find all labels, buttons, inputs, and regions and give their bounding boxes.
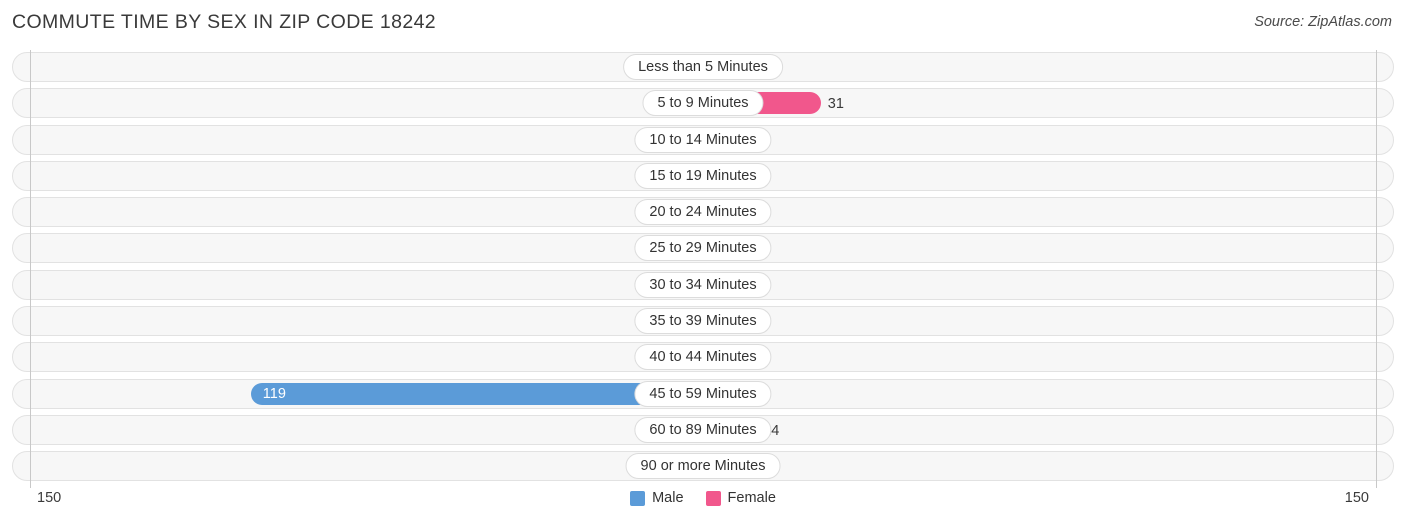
source-attribution: Source: ZipAtlas.com bbox=[1254, 14, 1392, 30]
bar-layer: 01460 to 89 Minutes bbox=[0, 413, 1406, 449]
category-label: 15 to 19 Minutes bbox=[634, 162, 772, 189]
bar-layer: 0040 to 44 Minutes bbox=[0, 340, 1406, 376]
table-row[interactable]: 119045 to 59 Minutes bbox=[0, 377, 1406, 413]
legend-item-female[interactable]: Female bbox=[705, 490, 776, 506]
bar-layer: 119045 to 59 Minutes bbox=[0, 377, 1406, 413]
bar-value-male: 119 bbox=[262, 385, 286, 402]
legend-label: Male bbox=[652, 490, 684, 506]
bar-rows: 00Less than 5 Minutes7315 to 9 Minutes40… bbox=[0, 50, 1406, 486]
plot-area: 00Less than 5 Minutes7315 to 9 Minutes40… bbox=[0, 50, 1406, 488]
legend-swatch-icon bbox=[705, 490, 721, 506]
chart-footer: 150 150 Male Female bbox=[0, 486, 1406, 523]
legend-label: Female bbox=[727, 490, 776, 506]
table-row[interactable]: 01460 to 89 Minutes bbox=[0, 413, 1406, 449]
category-label: 90 or more Minutes bbox=[625, 453, 781, 480]
table-row[interactable]: 3015 to 19 Minutes bbox=[0, 159, 1406, 195]
category-label: 30 to 34 Minutes bbox=[634, 271, 772, 298]
bar-layer: 0330 to 34 Minutes bbox=[0, 268, 1406, 304]
bar-layer: 3015 to 19 Minutes bbox=[0, 159, 1406, 195]
axis-line-left bbox=[30, 50, 31, 488]
table-row[interactable]: 0330 to 34 Minutes bbox=[0, 268, 1406, 304]
table-row[interactable]: 4010 to 14 Minutes bbox=[0, 123, 1406, 159]
table-row[interactable]: 0040 to 44 Minutes bbox=[0, 340, 1406, 376]
chart-header: COMMUTE TIME BY SEX IN ZIP CODE 18242 So… bbox=[0, 0, 1406, 46]
table-row[interactable]: 3020 to 24 Minutes bbox=[0, 195, 1406, 231]
bar-layer: 7315 to 9 Minutes bbox=[0, 86, 1406, 122]
commute-time-chart: COMMUTE TIME BY SEX IN ZIP CODE 18242 So… bbox=[0, 0, 1406, 523]
bar-layer: 4010 to 14 Minutes bbox=[0, 123, 1406, 159]
legend-swatch-icon bbox=[630, 490, 646, 506]
page-title: COMMUTE TIME BY SEX IN ZIP CODE 18242 bbox=[12, 11, 437, 33]
category-label: 20 to 24 Minutes bbox=[634, 199, 772, 226]
bar-layer: 00Less than 5 Minutes bbox=[0, 50, 1406, 86]
bar-value-female: 31 bbox=[827, 96, 844, 113]
category-label: 5 to 9 Minutes bbox=[642, 90, 764, 117]
chart-legend: Male Female bbox=[0, 490, 1406, 506]
category-label: 10 to 14 Minutes bbox=[634, 126, 772, 153]
category-label: 35 to 39 Minutes bbox=[634, 308, 772, 335]
table-row[interactable]: 01035 to 39 Minutes bbox=[0, 304, 1406, 340]
table-row[interactable]: 00Less than 5 Minutes bbox=[0, 50, 1406, 86]
category-label: Less than 5 Minutes bbox=[623, 54, 783, 80]
table-row[interactable]: 0025 to 29 Minutes bbox=[0, 231, 1406, 267]
category-label: 25 to 29 Minutes bbox=[634, 235, 772, 262]
axis-line-right bbox=[1376, 50, 1377, 488]
bar-layer: 01035 to 39 Minutes bbox=[0, 304, 1406, 340]
category-label: 40 to 44 Minutes bbox=[634, 344, 772, 371]
legend-item-male[interactable]: Male bbox=[630, 490, 684, 506]
table-row[interactable]: 7315 to 9 Minutes bbox=[0, 86, 1406, 122]
bar-layer: 0090 or more Minutes bbox=[0, 449, 1406, 485]
bar-layer: 3020 to 24 Minutes bbox=[0, 195, 1406, 231]
table-row[interactable]: 0090 or more Minutes bbox=[0, 449, 1406, 485]
bar-layer: 0025 to 29 Minutes bbox=[0, 231, 1406, 267]
category-label: 60 to 89 Minutes bbox=[634, 416, 772, 443]
category-label: 45 to 59 Minutes bbox=[634, 380, 772, 407]
